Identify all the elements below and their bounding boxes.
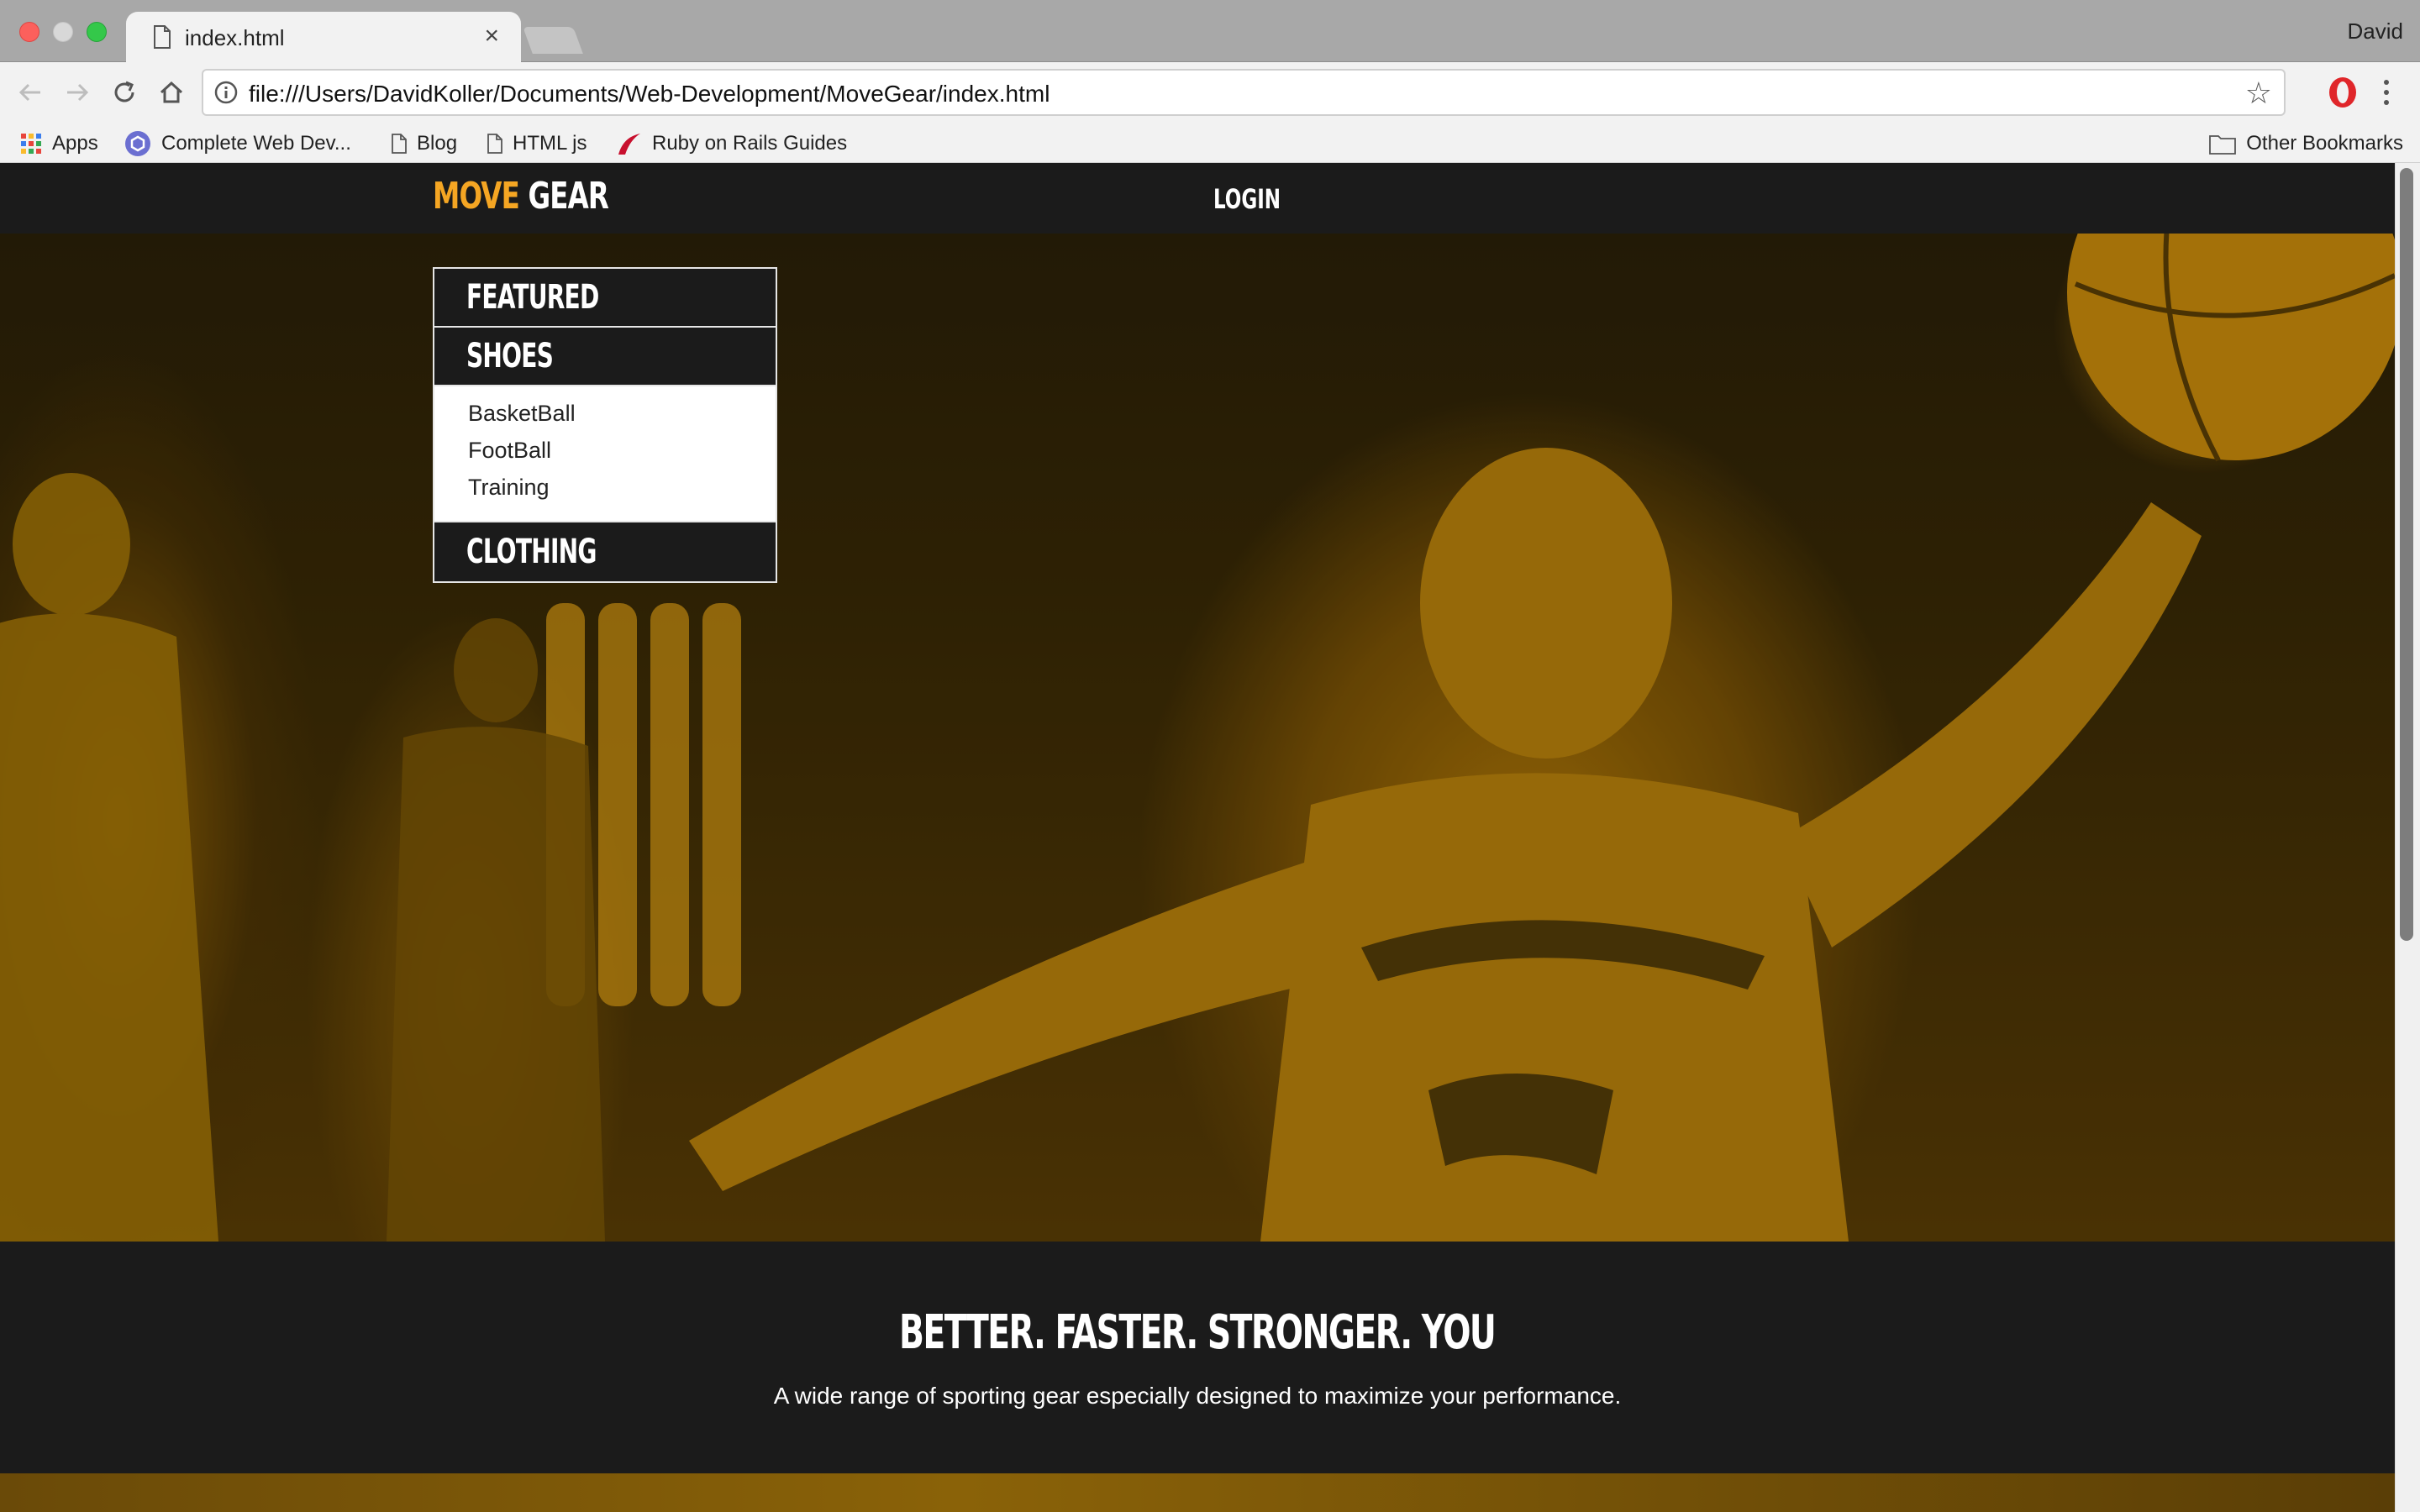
bookmark-label: Ruby on Rails Guides: [652, 132, 848, 155]
bookmark-label: Apps: [52, 132, 98, 155]
bookmarks-bar: Apps Complete Web Dev... Blog HTML js Ru…: [0, 124, 2420, 163]
document-icon: [392, 134, 407, 154]
hero-image: [0, 234, 2395, 1242]
tagline-section: BETTER. FASTER. STRONGER. YOU A wide ran…: [0, 1242, 2395, 1473]
site-favicon-icon: [125, 131, 150, 156]
menu-label: CLOTHING: [466, 533, 597, 571]
submenu-item-basketball[interactable]: BasketBall: [434, 395, 776, 432]
reload-icon[interactable]: [108, 76, 141, 109]
bookmark-label: Complete Web Dev...: [161, 132, 351, 155]
site-logo[interactable]: MOVE GEAR: [433, 175, 609, 218]
bookmark-html-js[interactable]: HTML js: [487, 124, 587, 163]
home-icon[interactable]: [155, 76, 188, 109]
tagline-description: A wide range of sporting gear especially…: [773, 1383, 1622, 1409]
back-arrow-icon[interactable]: [13, 76, 47, 109]
opera-extension-icon[interactable]: [2326, 74, 2360, 111]
tagline-text: BETTER. FASTER. STRONGER. YOU: [899, 1305, 1497, 1360]
address-bar[interactable]: file:///Users/DavidKoller/Documents/Web-…: [202, 69, 2286, 116]
document-icon: [487, 134, 502, 154]
apps-grid-icon: [21, 134, 41, 154]
submenu-item-training[interactable]: Training: [434, 469, 776, 506]
rails-icon: [618, 134, 640, 155]
shoes-submenu: BasketBall FootBall Training: [434, 386, 776, 522]
page-viewport: MOVE GEAR LOGIN FEATURED SHOES BasketBal…: [0, 163, 2420, 1512]
bookmark-label: Other Bookmarks: [2246, 132, 2403, 155]
window-maximize-button[interactable]: [87, 22, 107, 42]
menu-item-featured[interactable]: FEATURED: [434, 269, 776, 328]
more-menu-icon[interactable]: [2378, 77, 2395, 108]
menu-label: SHOES: [466, 337, 554, 375]
logo-gear-text: GEAR: [528, 175, 609, 218]
tab-title: index.html: [185, 25, 285, 50]
profile-name[interactable]: David: [2348, 18, 2403, 45]
new-tab-button[interactable]: [523, 27, 583, 54]
hero-photo-illustration: [0, 234, 2395, 1242]
menu-label: FEATURED: [466, 278, 599, 317]
bookmark-blog[interactable]: Blog: [392, 124, 457, 163]
browser-titlebar: index.html × David: [0, 0, 2420, 64]
submenu-item-football[interactable]: FootBall: [434, 432, 776, 469]
forward-arrow-icon[interactable]: [60, 76, 94, 109]
logo-move-text: MOVE: [433, 175, 520, 218]
bookmark-other-bookmarks[interactable]: Other Bookmarks: [2209, 124, 2403, 163]
site-header: MOVE GEAR LOGIN: [0, 163, 2395, 234]
bookmark-label: HTML js: [513, 132, 587, 155]
bookmark-ruby-on-rails[interactable]: Ruby on Rails Guides: [617, 124, 847, 163]
url-text[interactable]: file:///Users/DavidKoller/Documents/Web-…: [249, 81, 1050, 108]
bookmark-complete-web-dev[interactable]: Complete Web Dev...: [124, 124, 351, 163]
bookmark-label: Blog: [417, 132, 458, 155]
browser-toolbar: file:///Users/DavidKoller/Documents/Web-…: [0, 62, 2420, 124]
browser-tab-active[interactable]: index.html ×: [126, 12, 521, 64]
scrollbar-thumb[interactable]: [2400, 168, 2413, 941]
window-close-button[interactable]: [19, 22, 39, 42]
tab-close-icon[interactable]: ×: [484, 22, 499, 50]
window-minimize-button[interactable]: [53, 22, 73, 42]
login-link[interactable]: LOGIN: [1213, 183, 1281, 215]
bookmark-apps[interactable]: Apps: [20, 124, 98, 163]
bookmark-star-icon[interactable]: ☆: [2245, 76, 2272, 111]
folder-icon: [2209, 135, 2237, 155]
document-icon: [154, 25, 171, 49]
nav-dropdown-menu: FEATURED SHOES BasketBall FootBall Train…: [433, 267, 777, 583]
menu-item-clothing[interactable]: CLOTHING: [434, 522, 776, 581]
next-section-image: [0, 1473, 2395, 1512]
info-icon[interactable]: [213, 80, 239, 105]
tagline-heading: BETTER. FASTER. STRONGER. YOU: [0, 1305, 2395, 1360]
menu-item-shoes[interactable]: SHOES: [434, 328, 776, 386]
